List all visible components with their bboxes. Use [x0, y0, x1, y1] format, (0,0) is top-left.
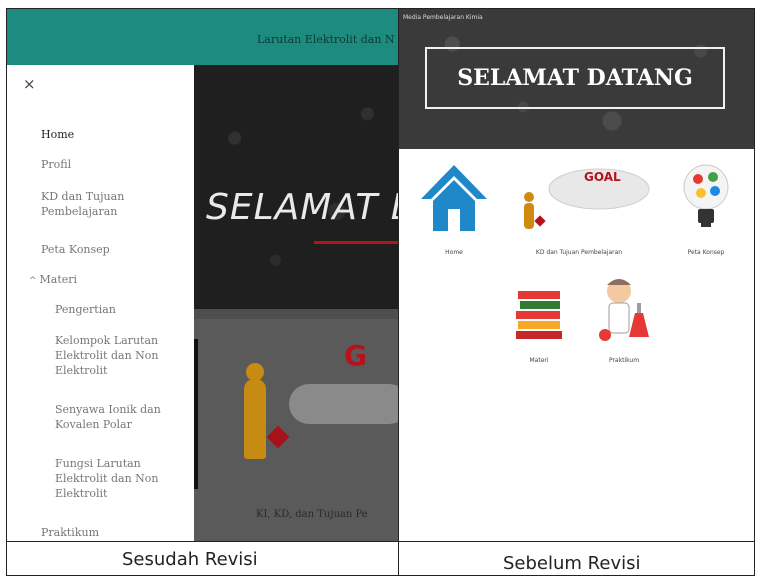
- tile-kd-label: KD dan Tujuan Pembelajaran: [535, 249, 623, 256]
- star-icon: [266, 425, 290, 449]
- horizontal-divider: [6, 541, 755, 542]
- sidebar-item-praktikum[interactable]: Praktikum: [41, 525, 99, 540]
- sidebar-subitem-fungsi[interactable]: Fungsi Larutan Elektrolit dan Non Elektr…: [55, 456, 177, 501]
- sidebar-subitem-kelompok[interactable]: Kelompok Larutan Elektrolit dan Non Elek…: [55, 333, 177, 378]
- person-icon: [244, 379, 266, 459]
- goal-text: G: [344, 339, 367, 372]
- books-icon: [516, 291, 562, 339]
- welcome-title: SELAMAT D: [206, 187, 398, 228]
- sidebar-item-profil[interactable]: Profil: [41, 157, 71, 172]
- sidebar-menu: × Home Profil KD dan Tujuan Pembelajaran…: [7, 65, 194, 541]
- tile-home[interactable]: Home: [419, 159, 489, 269]
- app-title: Media Pembelajaran Kimia: [403, 14, 483, 21]
- goal-cloud-icon: [289, 384, 398, 424]
- tile-home-label: Home: [445, 249, 463, 256]
- title-frame: SELAMAT DATANG: [425, 47, 725, 109]
- welcome-banner: SELAMAT D: [194, 65, 398, 309]
- sidebar-item-materi[interactable]: ^ Materi: [29, 272, 77, 289]
- chevron-up-icon: ^: [29, 276, 37, 286]
- header-bar: Larutan Elektrolit dan N: [7, 9, 398, 65]
- tile-praktikum[interactable]: Praktikum: [589, 273, 659, 377]
- tile-materi[interactable]: Materi: [504, 277, 574, 377]
- goal-icon: GOAL: [524, 168, 650, 229]
- sidebar-item-peta-konsep[interactable]: Peta Konsep: [41, 242, 110, 257]
- welcome-banner: Media Pembelajaran Kimia SELAMAT DATANG: [399, 9, 754, 149]
- lightbulb-icon: [683, 164, 729, 227]
- sidebar-item-materi-label: Materi: [39, 273, 78, 286]
- card-edge: [194, 339, 198, 489]
- title-underline: [314, 241, 398, 244]
- sidebar-subitem-pengertian[interactable]: Pengertian: [55, 302, 116, 317]
- svg-text:GOAL: GOAL: [584, 170, 621, 184]
- main-content: SELAMAT D G KI, KD, dan Tujuan Pe: [194, 65, 398, 541]
- tile-peta-konsep[interactable]: Peta Konsep: [671, 159, 741, 269]
- sidebar-item-kd[interactable]: KD dan Tujuan Pembelajaran: [41, 189, 161, 219]
- tile-praktikum-label: Praktikum: [608, 357, 640, 364]
- welcome-title: SELAMAT DATANG: [457, 65, 693, 91]
- tile-materi-label: Materi: [529, 357, 549, 364]
- sidebar-item-home[interactable]: Home: [41, 127, 74, 142]
- tile-kd[interactable]: GOAL KD dan Tujuan Pembelajaran: [504, 159, 654, 269]
- tile-peta-konsep-label: Peta Konsep: [687, 249, 725, 256]
- caption-before: Sebelum Revisi: [503, 553, 641, 574]
- sidebar-subitem-senyawa[interactable]: Senyawa Ionik dan Kovalen Polar: [55, 402, 177, 432]
- caption-after: Sesudah Revisi: [122, 549, 258, 570]
- after-revision-screenshot: Larutan Elektrolit dan N SELAMAT D G KI,…: [7, 9, 398, 541]
- scientist-icon: [599, 279, 649, 341]
- card-caption: KI, KD, dan Tujuan Pe: [256, 509, 368, 520]
- before-revision-screenshot: Media Pembelajaran Kimia SELAMAT DATANG …: [399, 9, 754, 541]
- kd-card[interactable]: G KI, KD, dan Tujuan Pe: [194, 319, 398, 541]
- header-title: Larutan Elektrolit dan N: [257, 33, 395, 46]
- close-icon[interactable]: ×: [23, 75, 36, 93]
- house-icon: [421, 165, 487, 231]
